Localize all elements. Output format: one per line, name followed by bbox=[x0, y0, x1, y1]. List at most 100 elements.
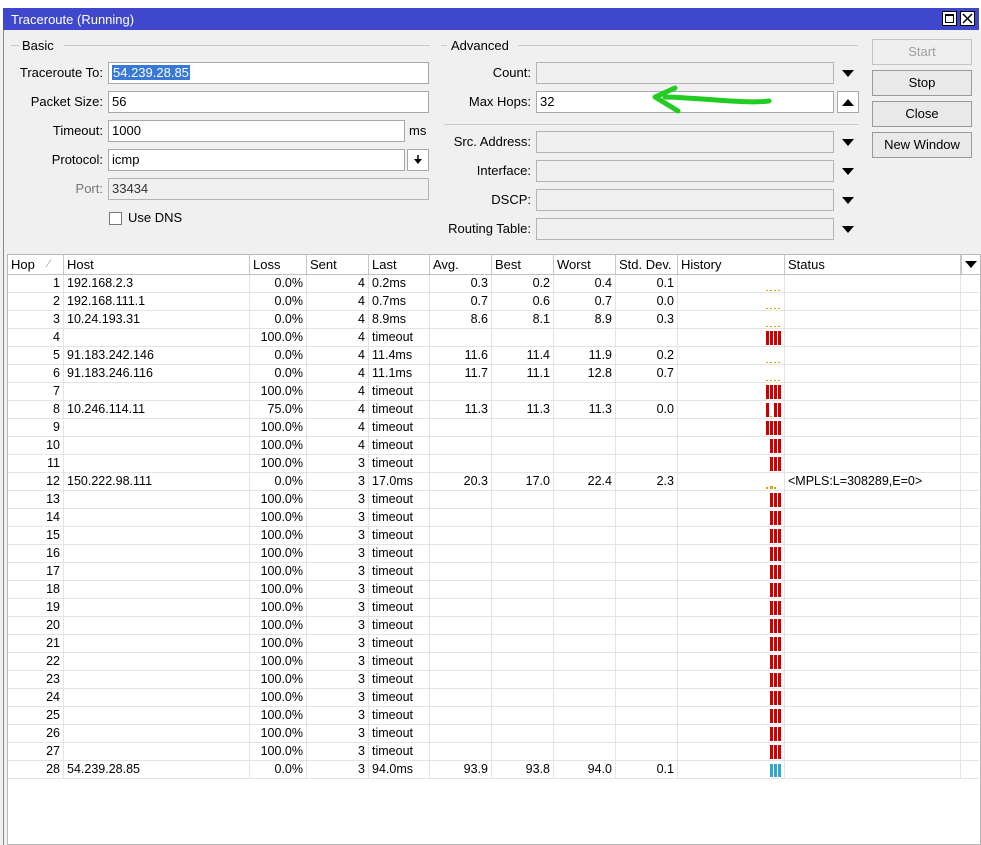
cell-worst bbox=[554, 437, 616, 454]
cell-host: 192.168.111.1 bbox=[64, 293, 250, 310]
cell-sent: 3 bbox=[307, 599, 369, 616]
history-graph bbox=[766, 347, 784, 364]
dscp-dropdown-arrow-icon[interactable] bbox=[842, 197, 854, 204]
cell-std: 0.0 bbox=[616, 293, 678, 310]
start-button[interactable]: Start bbox=[872, 39, 972, 65]
cell-host: 10.24.193.31 bbox=[64, 311, 250, 328]
table-row[interactable]: 5 91.183.242.146 0.0% 4 11.4ms 11.6 11.4 11.9 0.… bbox=[8, 347, 979, 365]
table-row[interactable]: 10 100.0% 4 timeout bbox=[8, 437, 979, 455]
src-address-dropdown-arrow-icon[interactable] bbox=[842, 139, 854, 146]
stop-button[interactable]: Stop bbox=[872, 70, 972, 96]
timeout-unit: ms bbox=[409, 123, 427, 138]
table-row[interactable]: 16 100.0% 3 timeout bbox=[8, 545, 979, 563]
column-header-sent[interactable]: Sent bbox=[307, 255, 369, 274]
cell-host bbox=[64, 671, 250, 688]
column-header-hop[interactable]: Hop bbox=[8, 255, 64, 274]
cell-worst bbox=[554, 707, 616, 724]
close-button[interactable]: Close bbox=[872, 101, 972, 127]
cell-sent: 3 bbox=[307, 635, 369, 652]
column-header-hist[interactable]: History bbox=[678, 255, 785, 274]
history-bar bbox=[774, 403, 777, 417]
cell-status bbox=[785, 653, 961, 670]
table-row[interactable]: 20 100.0% 3 timeout bbox=[8, 617, 979, 635]
protocol-select[interactable]: icmp bbox=[108, 149, 405, 171]
history-bar bbox=[770, 380, 772, 381]
history-bar bbox=[774, 673, 777, 687]
table-row[interactable]: 28 54.239.28.85 0.0% 3 94.0ms 93.9 93.8 94.0 0.1 bbox=[8, 761, 979, 779]
count-dropdown-arrow-icon[interactable] bbox=[842, 70, 854, 77]
column-header-avg[interactable]: Avg. bbox=[430, 255, 492, 274]
table-row[interactable]: 22 100.0% 3 timeout bbox=[8, 653, 979, 671]
cell-std bbox=[616, 707, 678, 724]
table-row[interactable]: 2 192.168.111.1 0.0% 4 0.7ms 0.7 0.6 0.7 0.0 bbox=[8, 293, 979, 311]
table-row[interactable]: 19 100.0% 3 timeout bbox=[8, 599, 979, 617]
maximize-button[interactable] bbox=[942, 11, 957, 26]
routing-table-input[interactable] bbox=[536, 218, 834, 240]
routing-table-dropdown-arrow-icon[interactable] bbox=[842, 226, 854, 233]
table-row[interactable]: 13 100.0% 3 timeout bbox=[8, 491, 979, 509]
cell-hist bbox=[678, 707, 785, 724]
cell-hop: 21 bbox=[8, 635, 64, 652]
interface-input[interactable] bbox=[536, 160, 834, 182]
cell-host bbox=[64, 689, 250, 706]
table-row[interactable]: 14 100.0% 3 timeout bbox=[8, 509, 979, 527]
table-row[interactable]: 26 100.0% 3 timeout bbox=[8, 725, 979, 743]
table-row[interactable]: 15 100.0% 3 timeout bbox=[8, 527, 979, 545]
history-bar bbox=[770, 385, 773, 399]
max-hops-collapse-button[interactable] bbox=[837, 91, 859, 113]
cell-worst bbox=[554, 599, 616, 616]
port-input[interactable]: 33434 bbox=[108, 178, 429, 200]
table-row[interactable]: 27 100.0% 3 timeout bbox=[8, 743, 979, 761]
table-row[interactable]: 3 10.24.193.31 0.0% 4 8.9ms 8.6 8.1 8.9 0.3 bbox=[8, 311, 979, 329]
table-row[interactable]: 18 100.0% 3 timeout bbox=[8, 581, 979, 599]
table-row[interactable]: 1 192.168.2.3 0.0% 4 0.2ms 0.3 0.2 0.4 0.1 bbox=[8, 275, 979, 293]
cell-avg: 11.3 bbox=[430, 401, 492, 418]
table-row[interactable]: 21 100.0% 3 timeout bbox=[8, 635, 979, 653]
cell-hist bbox=[678, 473, 785, 490]
history-bar bbox=[766, 487, 768, 489]
interface-dropdown-arrow-icon[interactable] bbox=[842, 168, 854, 175]
history-bar bbox=[774, 308, 776, 309]
src-address-input[interactable] bbox=[536, 131, 834, 153]
table-row[interactable]: 24 100.0% 3 timeout bbox=[8, 689, 979, 707]
table-row[interactable]: 7 100.0% 4 timeout bbox=[8, 383, 979, 401]
packet-size-input[interactable]: 56 bbox=[108, 91, 429, 113]
column-header-std[interactable]: Std. Dev. bbox=[616, 255, 678, 274]
history-graph bbox=[766, 491, 784, 508]
history-bar bbox=[778, 380, 780, 381]
table-row[interactable]: 11 100.0% 3 timeout bbox=[8, 455, 979, 473]
traceroute-to-input[interactable]: 54.239.28.85 bbox=[108, 62, 429, 84]
cell-hop: 27 bbox=[8, 743, 64, 760]
protocol-dropdown-button[interactable] bbox=[407, 149, 429, 171]
table-row[interactable]: 23 100.0% 3 timeout bbox=[8, 671, 979, 689]
timeout-input[interactable]: 1000 bbox=[108, 120, 405, 142]
column-header-status[interactable]: Status bbox=[785, 255, 961, 274]
cell-last: timeout bbox=[369, 671, 430, 688]
count-input[interactable] bbox=[536, 62, 834, 84]
table-row[interactable]: 25 100.0% 3 timeout bbox=[8, 707, 979, 725]
sort-indicator-icon: ⁄ bbox=[48, 258, 50, 270]
cell-last: timeout bbox=[369, 455, 430, 472]
close-window-button[interactable] bbox=[960, 11, 975, 26]
table-row[interactable]: 12 150.222.98.111 0.0% 3 17.0ms 20.3 17.0 22.4 2… bbox=[8, 473, 979, 491]
column-header-best[interactable]: Best bbox=[492, 255, 554, 274]
table-row[interactable]: 9 100.0% 4 timeout bbox=[8, 419, 979, 437]
cell-hop: 22 bbox=[8, 653, 64, 670]
column-header-worst[interactable]: Worst bbox=[554, 255, 616, 274]
column-chooser-button[interactable] bbox=[961, 255, 980, 274]
column-header-host[interactable]: Host bbox=[64, 255, 250, 274]
dscp-input[interactable] bbox=[536, 189, 834, 211]
column-header-loss[interactable]: Loss bbox=[250, 255, 307, 274]
history-bar bbox=[774, 727, 777, 741]
column-header-last[interactable]: Last bbox=[369, 255, 430, 274]
table-row[interactable]: 8 10.246.114.11 75.0% 4 timeout 11.3 11.3 11.3 0… bbox=[8, 401, 979, 419]
cell-std: 0.3 bbox=[616, 311, 678, 328]
cell-hist bbox=[678, 599, 785, 616]
table-row[interactable]: 17 100.0% 3 timeout bbox=[8, 563, 979, 581]
table-row[interactable]: 4 100.0% 4 timeout bbox=[8, 329, 979, 347]
new-window-button[interactable]: New Window bbox=[872, 132, 972, 158]
history-bar bbox=[770, 511, 773, 525]
cell-loss: 100.0% bbox=[250, 491, 307, 508]
use-dns-checkbox[interactable] bbox=[109, 212, 122, 225]
table-row[interactable]: 6 91.183.246.116 0.0% 4 11.1ms 11.7 11.1 12.8 0.… bbox=[8, 365, 979, 383]
